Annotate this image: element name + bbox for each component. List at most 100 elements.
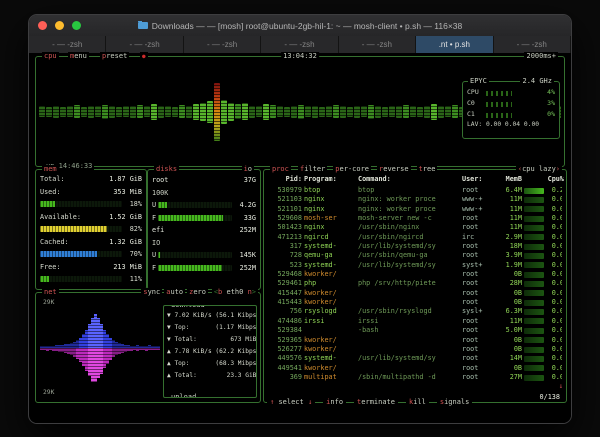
disk-io-value: 100K: [152, 188, 169, 197]
update-indicator-icon: ●: [140, 52, 148, 61]
process-cpu-mini-graph: [524, 309, 544, 316]
disk-usage-bar-row: F 33G: [152, 213, 256, 222]
process-row[interactable]: 369multipat/sbin/multipathd -droot27M0.0: [268, 373, 562, 382]
process-row[interactable]: 471213ngircd/usr/sbin/ngircdirc2.9M0.0: [268, 233, 562, 242]
memory-panel-title: mem: [42, 165, 59, 174]
disk-usage-bar-row: U 145K: [152, 251, 256, 260]
reverse-toggle[interactable]: reverse: [377, 165, 411, 174]
scroll-up-icon[interactable]: ↑: [559, 175, 563, 183]
terminal-tab[interactable]: - — -zsh: [29, 36, 107, 53]
terminate-key[interactable]: terminate: [354, 398, 398, 407]
process-table-header: Pid: Program: Command: User: MemB Cpu%: [268, 175, 564, 183]
net-stat-line: ▼ Top: (1.17 Mibps): [167, 324, 257, 331]
terminal-tab[interactable]: .nt • p.sh: [416, 36, 494, 53]
scroll-down-icon[interactable]: ↓: [559, 382, 563, 390]
zero-toggle[interactable]: zero: [187, 288, 208, 297]
process-row[interactable]: 415447kworker/root0B0.0: [268, 289, 562, 298]
header-mem[interactable]: MemB: [496, 175, 522, 183]
process-row[interactable]: 521103 nginx nginx: worker proce www-+ 11M 0.…: [268, 195, 562, 204]
select-keys[interactable]: ↑ select ↓: [267, 398, 316, 407]
signals-key[interactable]: signals: [436, 398, 473, 407]
info-key[interactable]: info: [323, 398, 347, 407]
disk-io-value: IO: [152, 238, 161, 247]
process-cpu-mini-graph: [524, 262, 544, 269]
io-toggle[interactable]: io: [241, 165, 254, 174]
mem-metric-row: Cached: 1.32 GiB: [40, 237, 142, 246]
process-row[interactable]: 728qemu-ga/usr/sbin/qemu-garoot3.9M0.0: [268, 251, 562, 260]
per-core-toggle[interactable]: per-core: [333, 165, 372, 174]
sync-toggle[interactable]: sync: [141, 288, 163, 297]
close-button[interactable]: [38, 21, 47, 30]
process-row[interactable]: 415443kworker/root0B0.0: [268, 298, 562, 307]
core-usage-row: CPU 4%: [467, 88, 555, 96]
process-cpu-mini-graph: [524, 299, 544, 306]
window-titlebar[interactable]: Downloads — — [mosh] root@ubuntu-2gb-hil…: [29, 15, 571, 36]
process-row[interactable]: 501423nginx/usr/sbin/nginxroot11M0.0: [268, 223, 562, 232]
kill-key[interactable]: kill: [405, 398, 429, 407]
sort-selector[interactable]: ‹cpu lazy›: [515, 165, 562, 174]
process-row[interactable]: 317systemd-/usr/lib/systemd/syroot18M0.0: [268, 242, 562, 251]
process-row[interactable]: 529365kworker/root0B0.0: [268, 336, 562, 345]
process-row[interactable]: 521101 nginx nginx: worker proce www-+ 11M 0.…: [268, 205, 562, 214]
terminal-tab[interactable]: - — -zsh: [183, 36, 262, 53]
network-traffic-graph: [40, 301, 162, 394]
header-user[interactable]: User:: [462, 175, 494, 183]
terminal-tab[interactable]: - — -zsh: [338, 36, 417, 53]
process-row[interactable]: 529384-bashroot5.0M0.0: [268, 326, 562, 335]
btop-terminal: cpu menu preset ● 13:04:32 2000ms+ EPYC …: [31, 52, 571, 423]
process-row[interactable]: 530979btopbtoproot6.4M0.2: [268, 186, 562, 195]
header-command[interactable]: Command:: [358, 175, 460, 183]
process-row[interactable]: 756 rsyslogd/usr/sbin/rsyslogd sysl+ 6.3M 0.…: [268, 307, 562, 316]
process-cpu-mini-graph: [524, 271, 544, 278]
process-row[interactable]: 474486irssiirssiroot11M0.0: [268, 317, 562, 326]
menu-button[interactable]: menu: [68, 52, 89, 61]
core-mini-graph: [486, 113, 534, 118]
process-cpu-mini-graph: [524, 327, 544, 334]
download-graph: [40, 301, 162, 348]
update-interval[interactable]: 2000ms+: [524, 52, 558, 61]
process-row[interactable]: 523 systemd-/usr/lib/systemd/sy syst+ 1.9M 0…: [268, 261, 562, 270]
folder-icon: [137, 20, 148, 29]
core-usage-row: C1 0%: [467, 110, 555, 118]
auto-toggle[interactable]: auto: [164, 288, 186, 297]
process-cpu-mini-graph: [524, 215, 544, 222]
mem-usage-bar-row: 11%: [40, 273, 142, 286]
terminal-tab[interactable]: - — -zsh: [493, 36, 571, 53]
mem-metric-row: Available: 1.52 GiB: [40, 212, 142, 221]
cpu-info-panel: EPYC 2.4 GHz CPU 4% C0 3% C1 0% LAV: 0.00 0.0…: [462, 77, 560, 139]
mem-metric-row: Used: 353 MiB: [40, 187, 142, 196]
minimize-button[interactable]: [55, 21, 64, 30]
mem-total-value: 1.87 GiB: [109, 175, 142, 183]
tree-toggle[interactable]: tree: [416, 165, 438, 174]
interface-selector[interactable]: <b eth0 n>: [211, 288, 258, 297]
network-stats-panel: download upload ▼ 7.02 KiB/s (56.1 Kibps…: [163, 305, 257, 398]
preset-button[interactable]: preset: [100, 52, 130, 61]
process-row[interactable]: 449541kworker/root0B0.0: [268, 364, 562, 373]
mem-total-label: Total:: [40, 175, 65, 183]
process-cpu-mini-graph: [524, 243, 544, 250]
net-scale-top: 29K: [42, 299, 56, 306]
mem-usage-bar: [40, 276, 122, 283]
terminal-tab[interactable]: - — -zsh: [106, 36, 184, 53]
net-stat-line: ▲ Top: (68.3 Mibps): [167, 360, 257, 367]
process-row[interactable]: 529468kworker/root0B0.0: [268, 270, 562, 279]
process-row[interactable]: 449576 systemd-/usr/lib/systemd/sy root 14M…: [268, 354, 562, 363]
process-row[interactable]: 529608 mosh-ser mosh-server new -c root 11M 0…: [268, 214, 562, 223]
disk-usage-bar: [158, 252, 232, 259]
terminal-tab[interactable]: - — -zsh: [261, 36, 339, 53]
filter-toggle[interactable]: filter: [298, 165, 328, 174]
network-panel-title: net: [42, 288, 59, 297]
zoom-button[interactable]: [72, 21, 81, 30]
process-row[interactable]: 529461phpphp /srv/http/pieteroot28M0.0: [268, 279, 562, 288]
process-cpu-mini-graph: [524, 290, 544, 297]
cpu-model: EPYC: [468, 77, 489, 86]
process-row[interactable]: 526277kworker/root0B0.0: [268, 345, 562, 354]
process-cpu-mini-graph: [524, 234, 544, 241]
window-title-text: Downloads — — [mosh] root@ubuntu-2gb-hil…: [151, 20, 463, 31]
footer-keybar: ↑ select ↓ info terminate kill signals: [267, 398, 473, 407]
header-program[interactable]: Program:: [304, 175, 356, 183]
mem-metric-row: Free: 213 MiB: [40, 262, 142, 271]
header-pid[interactable]: Pid:: [268, 175, 302, 183]
disk-name-row: efi 252M: [152, 226, 256, 234]
process-panel: proc filter per-core reverse tree ‹cpu lazy…: [263, 165, 567, 403]
